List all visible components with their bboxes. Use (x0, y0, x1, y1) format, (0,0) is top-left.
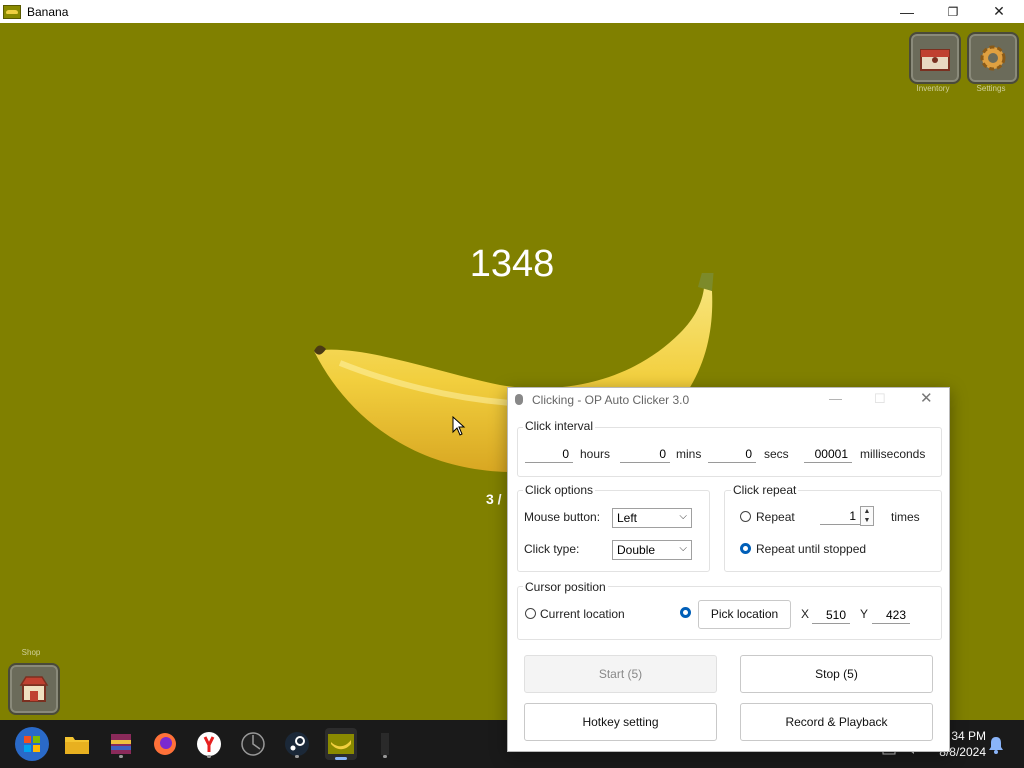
taskbar-winrar[interactable] (105, 728, 137, 760)
minimize-button[interactable]: — (884, 0, 930, 23)
notification-bell-icon[interactable] (988, 736, 1004, 754)
hours-input[interactable] (525, 445, 573, 463)
chest-icon (920, 49, 950, 71)
settings-label: Settings (976, 84, 1006, 93)
auto-clicker-dialog: Clicking - OP Auto Clicker 3.0 — ☐ ✕ Cli… (507, 387, 950, 752)
taskbar-other-app[interactable] (369, 728, 401, 760)
circle-app-icon (241, 732, 265, 756)
yandex-browser-icon (197, 732, 221, 756)
chevron-down-icon: ⌵ (679, 511, 687, 522)
current-location-radio[interactable] (525, 608, 536, 619)
click-type-select[interactable]: Double ⌵ (612, 540, 692, 560)
click-type-label: Click type: (524, 542, 580, 556)
dialog-titlebar[interactable]: Clicking - OP Auto Clicker 3.0 — ☐ ✕ (508, 388, 949, 412)
x-position-input[interactable] (812, 606, 850, 624)
banana-app-icon (3, 4, 21, 19)
milliseconds-label: milliseconds (860, 447, 926, 461)
click-repeat-title: Click repeat (731, 483, 799, 497)
mins-label: mins (676, 447, 702, 461)
dialog-maximize-button[interactable]: ☐ (874, 391, 886, 407)
taskbar-firefox[interactable] (149, 728, 181, 760)
repeat-until-stopped-radio[interactable] (740, 543, 751, 554)
close-button[interactable]: ✕ (976, 0, 1022, 23)
spinner-up-icon[interactable]: ▲ (861, 507, 873, 516)
secs-input[interactable] (708, 445, 756, 463)
stop-button[interactable]: Stop (5) (740, 655, 933, 693)
taskbar-file-explorer[interactable] (61, 728, 93, 760)
winrar-icon (111, 734, 131, 754)
inventory-button[interactable] (909, 32, 961, 84)
mouse-button-select[interactable]: Left ⌵ (612, 508, 692, 528)
windows-start-icon (15, 727, 49, 761)
chevron-down-icon: ⌵ (679, 543, 687, 554)
repeat-radio[interactable] (740, 511, 751, 522)
dialog-close-button[interactable]: ✕ (920, 389, 933, 407)
shop-label: Shop (21, 648, 41, 657)
click-interval-title: Click interval (523, 419, 596, 433)
settings-button[interactable] (967, 32, 1019, 84)
cursor-position-title: Cursor position (523, 580, 608, 594)
times-label: times (891, 510, 920, 524)
pick-location-button[interactable]: Pick location (698, 600, 791, 629)
pick-location-radio[interactable] (680, 607, 691, 618)
window-titlebar: Banana — ❐ ✕ (0, 0, 1024, 23)
click-indicator: 3 / (486, 491, 502, 507)
steam-icon (285, 732, 309, 756)
x-label: X (801, 607, 810, 621)
start-button[interactable]: Start (5) (524, 655, 717, 693)
gear-icon (980, 45, 1006, 71)
mouse-button-label: Mouse button: (524, 510, 601, 524)
click-repeat-group (724, 490, 942, 572)
maximize-button[interactable]: ❐ (930, 0, 976, 23)
spinner-down-icon[interactable]: ▼ (861, 516, 873, 525)
inventory-label: Inventory (916, 84, 950, 93)
window-title: Banana (27, 4, 69, 19)
start-button[interactable] (14, 726, 50, 762)
mouse-icon (515, 394, 523, 405)
repeat-count-spinner[interactable]: ▲ ▼ (860, 506, 874, 526)
taskbar-app-circle[interactable] (237, 728, 269, 760)
taskbar-yandex[interactable] (193, 728, 225, 760)
record-playback-button[interactable]: Record & Playback (740, 703, 933, 741)
app-icon (381, 733, 389, 755)
firefox-icon (154, 733, 176, 755)
dialog-minimize-button[interactable]: — (829, 391, 842, 406)
dialog-title: Clicking - OP Auto Clicker 3.0 (532, 393, 690, 407)
secs-label: secs (764, 447, 789, 461)
banana-taskbar-icon (328, 734, 354, 754)
repeat-label: Repeat (756, 510, 795, 524)
taskbar-steam[interactable] (281, 728, 313, 760)
repeat-count-input[interactable] (820, 507, 860, 525)
mins-input[interactable] (620, 445, 670, 463)
hotkey-setting-button[interactable]: Hotkey setting (524, 703, 717, 741)
taskbar-banana[interactable] (325, 728, 357, 760)
milliseconds-input[interactable] (804, 445, 852, 463)
shop-button[interactable] (8, 663, 60, 715)
hours-label: hours (580, 447, 611, 461)
repeat-until-stopped-label: Repeat until stopped (756, 542, 867, 556)
click-type-value: Double (617, 543, 656, 557)
y-position-input[interactable] (872, 606, 910, 624)
current-location-label: Current location (540, 607, 625, 621)
folder-icon (65, 737, 89, 754)
mouse-button-value: Left (617, 511, 638, 525)
shop-icon (19, 676, 49, 702)
y-label: Y (860, 607, 869, 621)
click-options-title: Click options (523, 483, 596, 497)
mouse-cursor-icon (452, 416, 466, 436)
